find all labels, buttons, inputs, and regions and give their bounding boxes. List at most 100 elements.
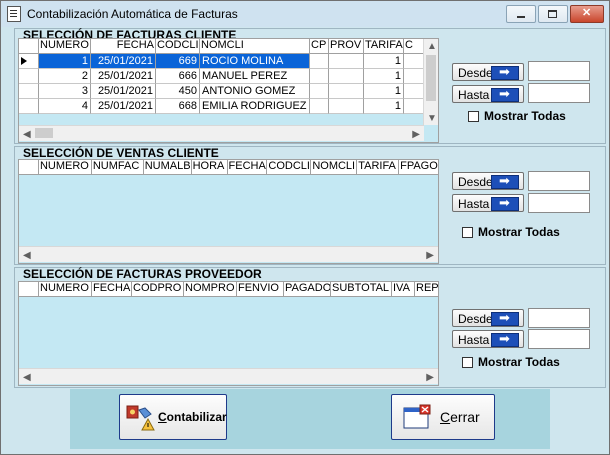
col-fecha[interactable]: FECHA [228,160,268,174]
scroll-right-icon[interactable]: ▶ [426,250,434,261]
cell-cp [310,54,329,69]
ventas-cliente-section: SELECCIÓN DE VENTAS CLIENTE NUMERO NUMFA… [14,146,606,265]
col-cp[interactable]: CP [310,39,329,53]
mostrar-todas-checkbox[interactable] [462,227,473,238]
col-numfac[interactable]: NUMFAC [92,160,144,174]
col-nompro[interactable]: NOMPRO [184,282,237,296]
horizontal-scrollbar[interactable]: ◀ ▶ [19,368,438,384]
horizontal-scrollbar[interactable]: ◀ ▶ [19,246,438,262]
facturas-proveedor-grid[interactable]: NUMERO FECHA CODPRO NOMPRO FENVIO PAGADO… [18,281,439,386]
col-numero[interactable]: NUMERO [39,39,91,53]
hasta-field[interactable] [528,83,590,103]
col-fenvio[interactable]: FENVIO [237,282,284,296]
col-fpago[interactable]: FPAGO [399,160,438,174]
cell-nomcli: EMILIA RODRIGUEZ [200,99,310,114]
facturas-proveedor-title: SELECCIÓN DE FACTURAS PROVEEDOR [23,267,262,281]
hasta-label: Hasta [458,197,490,211]
actions-panel: Contabilizar Cerrar [70,389,550,449]
scroll-up-icon[interactable]: ▲ [427,41,437,52]
ventas-cliente-title: SELECCIÓN DE VENTAS CLIENTE [23,146,219,160]
col-tarifa[interactable]: TARIFA [357,160,400,174]
cell-codcli: 450 [156,84,200,99]
cell-prov [329,99,364,114]
scroll-left-icon[interactable]: ◀ [23,372,31,383]
maximize-button[interactable] [538,5,568,23]
col-numalb[interactable]: NUMALB [144,160,192,174]
col-pagado[interactable]: PAGADO [284,282,331,296]
col-iva[interactable]: IVA [392,282,415,296]
facturas-cliente-section: SELECCIÓN DE FACTURAS CLIENTE NUMERO FEC… [14,28,606,144]
hasta-field[interactable] [528,329,590,349]
cell-fecha: 25/01/2021 [91,69,156,84]
vertical-scrollbar[interactable]: ▲ ▼ [423,39,438,125]
col-subtotal[interactable]: SUBTOTAL [331,282,392,296]
mostrar-todas-checkbox[interactable] [462,357,473,368]
col-c[interactable]: C [404,39,424,53]
main-window: Contabilización Automática de Facturas S… [0,0,610,455]
cell-numero: 3 [39,84,91,99]
cell-numero: 2 [39,69,91,84]
hasta-label: Hasta [458,333,490,347]
close-window-button[interactable] [570,5,604,23]
cerrar-mnemonic: C [440,409,451,425]
scroll-right-icon[interactable]: ▶ [426,372,434,383]
scroll-right-icon[interactable]: ▶ [412,129,420,140]
col-rep[interactable]: REP [415,282,438,296]
table-row[interactable]: 1 25/01/2021 669 ROCIO MOLINA 1 [19,54,424,69]
contabilizar-button[interactable]: Contabilizar [119,394,227,440]
table-row[interactable]: 2 25/01/2021 666 MANUEL PEREZ 1 [19,69,424,84]
col-codcli[interactable]: CODCLI [156,39,200,53]
facturas-cliente-grid[interactable]: NUMERO FECHA CODCLI NOMCLI CP PROV TARIF… [18,38,439,143]
col-codpro[interactable]: CODPRO [132,282,184,296]
mostrar-todas-checkbox[interactable] [468,111,479,122]
desde-button[interactable]: Desde [452,172,524,190]
col-codcli[interactable]: CODCLI [267,160,312,174]
scroll-left-icon[interactable]: ◀ [23,129,31,140]
arrow-right-icon [491,64,519,80]
col-numero[interactable]: NUMERO [39,282,92,296]
cell-c [404,69,424,84]
hasta-button[interactable]: Hasta [452,85,524,103]
cerrar-text: errar [450,409,480,425]
table-row[interactable]: 3 25/01/2021 450 ANTONIO GOMEZ 1 [19,84,424,99]
col-fecha[interactable]: FECHA [92,282,132,296]
hasta-field[interactable] [528,193,590,213]
minimize-button[interactable] [506,5,536,23]
col-numero[interactable]: NUMERO [39,160,92,174]
col-nomcli[interactable]: NOMCLI [311,160,358,174]
cell-codcli: 668 [156,99,200,114]
ventas-cliente-header: NUMERO NUMFAC NUMALB HORA FECHA CODCLI N… [19,160,438,175]
col-hora[interactable]: HORA [192,160,228,174]
desde-label: Desde [458,175,493,189]
cell-tarifa: 1 [364,54,404,69]
horizontal-scrollbar[interactable]: ◀ ▶ [19,125,424,141]
scroll-thumb[interactable] [426,55,436,101]
scroll-thumb[interactable] [35,128,53,138]
cell-nomcli: ROCIO MOLINA [200,54,310,69]
desde-label: Desde [458,66,493,80]
desde-field[interactable] [528,308,590,328]
ventas-cliente-grid[interactable]: NUMERO NUMFAC NUMALB HORA FECHA CODCLI N… [18,159,439,264]
cell-tarifa: 1 [364,84,404,99]
col-tarifa[interactable]: TARIFA [364,39,404,53]
col-prov[interactable]: PROV [329,39,364,53]
cell-nomcli: ANTONIO GOMEZ [200,84,310,99]
desde-field[interactable] [528,61,590,81]
mostrar-todas-label: Mostrar Todas [478,355,560,369]
facturas-cliente-header: NUMERO FECHA CODCLI NOMCLI CP PROV TARIF… [19,39,438,54]
cerrar-button[interactable]: Cerrar [391,394,495,440]
cerrar-label: Cerrar [440,409,480,425]
scroll-left-icon[interactable]: ◀ [23,250,31,261]
hasta-button[interactable]: Hasta [452,330,524,348]
table-row[interactable]: 4 25/01/2021 668 EMILIA RODRIGUEZ 1 [19,99,424,114]
col-nomcli[interactable]: NOMCLI [200,39,310,53]
arrow-right-icon [491,173,519,189]
desde-button[interactable]: Desde [452,309,524,327]
arrow-right-icon [491,310,519,326]
col-fecha[interactable]: FECHA [91,39,156,53]
desde-field[interactable] [528,171,590,191]
desde-button[interactable]: Desde [452,63,524,81]
scroll-down-icon[interactable]: ▼ [427,113,437,124]
hasta-button[interactable]: Hasta [452,194,524,212]
cell-cp [310,69,329,84]
